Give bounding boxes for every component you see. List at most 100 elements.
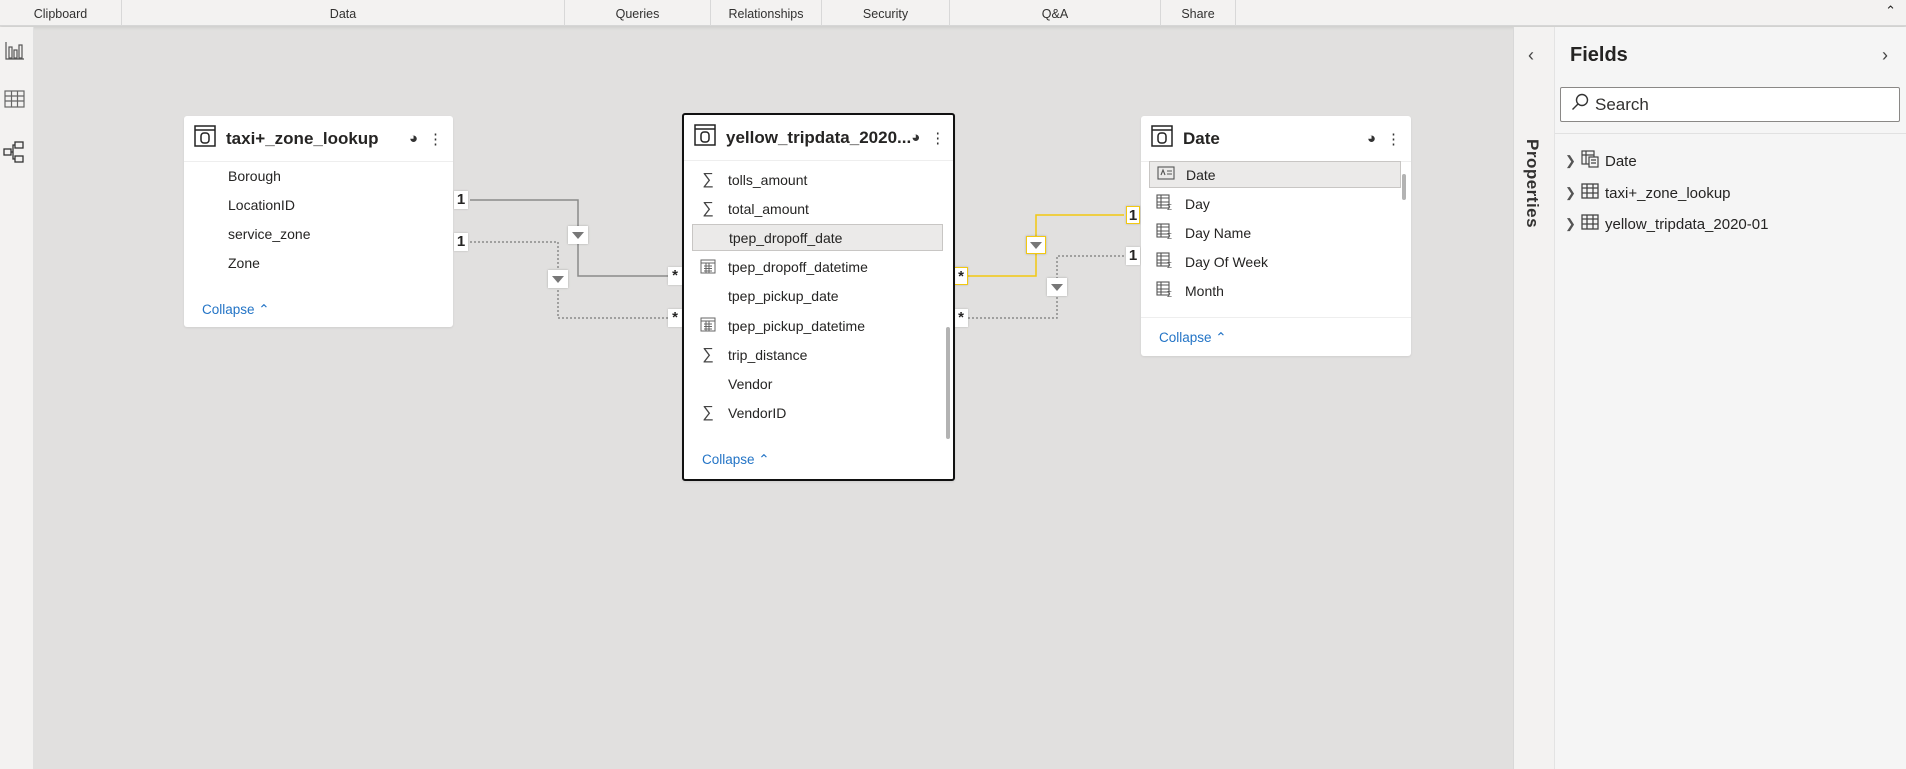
column-row[interactable]: ∑ VendorID — [692, 400, 943, 427]
field-tree-item-yellow-tripdata[interactable]: ❯ yellow_tripdata_2020-01 — [1565, 211, 1768, 237]
field-tree-label: taxi+_zone_lookup — [1605, 185, 1731, 202]
table-header[interactable]: Date ◕ ⋮ — [1141, 116, 1411, 162]
calc-column-icon: Σ — [1155, 223, 1175, 242]
visibility-icon[interactable]: ◕ — [409, 130, 418, 147]
column-row[interactable]: LocationID — [192, 191, 443, 218]
column-row[interactable]: tpep_pickup_datetime — [692, 312, 943, 339]
divider — [1555, 133, 1906, 134]
column-label: LocationID — [228, 197, 295, 213]
divider — [1141, 317, 1411, 318]
field-tree-item-date[interactable]: ❯ Date — [1565, 148, 1637, 174]
column-label: tpep_dropoff_date — [729, 230, 842, 246]
relationship-line-date-inactive[interactable] — [968, 256, 1124, 318]
visibility-icon[interactable]: ◕ — [1367, 130, 1376, 147]
scrollbar[interactable] — [946, 327, 950, 439]
more-options-icon[interactable]: ⋮ — [428, 130, 443, 148]
table-icon — [1151, 125, 1173, 152]
table-header[interactable]: taxi+_zone_lookup ◕ ⋮ — [184, 116, 453, 162]
column-row[interactable]: ΣDay Of Week — [1149, 248, 1401, 275]
column-row[interactable]: ΣDay — [1149, 190, 1401, 217]
chevron-right-icon[interactable]: ❯ — [1565, 185, 1575, 201]
table-icon — [1581, 213, 1599, 235]
table-title: yellow_tripdata_2020... — [726, 128, 911, 148]
column-row[interactable]: ∑trip_distance — [692, 341, 943, 368]
cardinality-one: 1 — [1126, 247, 1140, 265]
filter-direction-icon[interactable] — [1047, 278, 1067, 296]
filter-direction-icon[interactable] — [548, 270, 568, 288]
collapse-link[interactable]: Collapse ⌃ — [202, 302, 270, 318]
chevron-up-icon: ⌃ — [758, 452, 769, 467]
column-row[interactable]: ∑tolls_amount — [692, 166, 943, 193]
column-label: Zone — [228, 255, 260, 271]
collapse-label: Collapse — [702, 452, 755, 467]
column-label: tpep_pickup_datetime — [728, 318, 865, 334]
collapse-link[interactable]: Collapse ⌃ — [1159, 330, 1227, 346]
id-card-icon — [1156, 166, 1176, 183]
column-row[interactable]: tpep_pickup_date — [692, 283, 943, 310]
table-card-date[interactable]: Date ◕ ⋮ DateΣDayΣDay NameΣDay Of WeekΣM… — [1141, 116, 1411, 356]
filter-direction-icon[interactable] — [568, 226, 588, 244]
properties-label[interactable]: Properties — [1522, 139, 1542, 228]
column-row[interactable]: Zone — [192, 250, 443, 277]
column-label: VendorID — [728, 405, 786, 421]
fields-pane: Fields › ❯ Date ❯ taxi+_zone_lookup ❯ ye… — [1555, 27, 1906, 769]
search-input[interactable] — [1595, 95, 1875, 115]
sigma-icon: ∑ — [698, 404, 718, 422]
filter-direction-icon[interactable] — [1026, 236, 1046, 254]
chevron-right-icon[interactable]: ❯ — [1565, 153, 1575, 169]
column-label: trip_distance — [728, 347, 807, 363]
column-label: tpep_pickup_date — [728, 288, 839, 304]
search-box[interactable] — [1560, 87, 1900, 122]
chevron-right-icon[interactable]: › — [1882, 45, 1888, 66]
table-card-yellow-tripdata[interactable]: yellow_tripdata_2020... ◕ ⋮ ∑tolls_amoun… — [682, 113, 955, 481]
chevron-up-icon: ⌃ — [1215, 330, 1226, 345]
column-label: tpep_dropoff_datetime — [728, 259, 868, 275]
properties-pane-collapsed[interactable]: ‹ Properties — [1513, 27, 1555, 769]
column-row[interactable]: Vendor — [692, 370, 943, 397]
table-header[interactable]: yellow_tripdata_2020... ◕ ⋮ — [684, 115, 953, 161]
table-icon — [694, 124, 716, 151]
calc-column-icon: Σ — [1155, 194, 1175, 213]
column-label: Vendor — [728, 376, 772, 392]
column-row[interactable]: ∑total_amount — [692, 195, 943, 222]
column-row[interactable]: Date — [1149, 161, 1401, 188]
more-options-icon[interactable]: ⋮ — [930, 129, 945, 147]
calc-column-icon: Σ — [1155, 281, 1175, 300]
column-row[interactable]: ΣMonth — [1149, 277, 1401, 304]
calculated-table-icon — [1581, 150, 1599, 172]
column-row[interactable]: service_zone — [192, 221, 443, 248]
cardinality-many: * — [668, 267, 682, 285]
column-row[interactable]: tpep_dropoff_datetime — [692, 254, 943, 281]
column-label: total_amount — [728, 201, 809, 217]
calc-column-icon: Σ — [1155, 252, 1175, 271]
column-row[interactable]: Borough — [192, 162, 443, 189]
visibility-icon[interactable]: ◕ — [911, 129, 920, 146]
table-title: taxi+_zone_lookup — [226, 129, 409, 149]
cardinality-many: * — [954, 309, 968, 327]
column-label: tolls_amount — [728, 172, 807, 188]
cardinality-many: * — [954, 267, 968, 285]
column-label: Day Name — [1185, 225, 1251, 241]
fields-title: Fields — [1570, 44, 1628, 67]
svg-text:Σ: Σ — [1167, 261, 1172, 268]
relationship-line-date-active[interactable] — [968, 215, 1124, 276]
scrollbar[interactable] — [1402, 174, 1406, 200]
collapse-label: Collapse — [202, 302, 255, 317]
table-icon — [1581, 182, 1599, 204]
column-row[interactable]: Σ Day Name — [1149, 219, 1401, 246]
chevron-left-icon[interactable]: ‹ — [1528, 45, 1534, 66]
table-icon — [194, 125, 216, 152]
table-card-taxi-zone-lookup[interactable]: taxi+_zone_lookup ◕ ⋮ Borough LocationID s… — [184, 116, 453, 327]
column-label: service_zone — [228, 226, 311, 242]
cardinality-many: * — [668, 309, 682, 327]
svg-text:Σ: Σ — [1167, 203, 1172, 210]
svg-text:Σ: Σ — [1167, 232, 1172, 239]
column-row[interactable]: tpep_dropoff_date — [692, 224, 943, 251]
chevron-right-icon[interactable]: ❯ — [1565, 216, 1575, 232]
collapse-link[interactable]: Collapse ⌃ — [702, 452, 770, 468]
table-title: Date — [1183, 129, 1367, 149]
relationship-line-inactive[interactable] — [470, 242, 669, 318]
svg-text:Σ: Σ — [1167, 290, 1172, 297]
more-options-icon[interactable]: ⋮ — [1386, 130, 1401, 148]
field-tree-item-taxi-zone-lookup[interactable]: ❯ taxi+_zone_lookup — [1565, 180, 1731, 206]
